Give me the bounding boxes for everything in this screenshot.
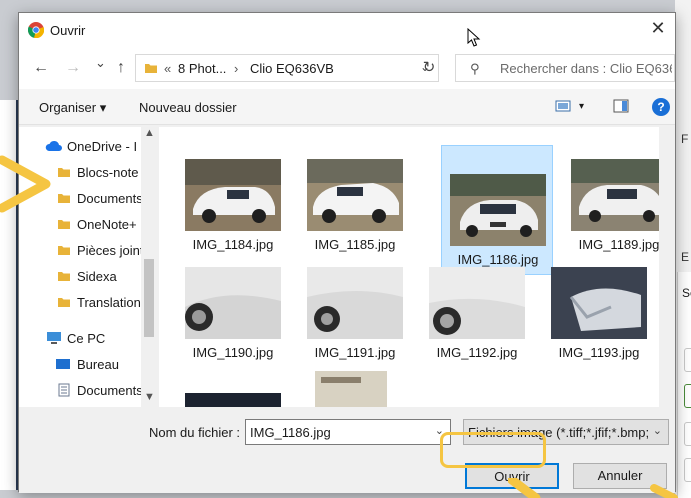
file-item[interactable]: IMG_1192.jpg (421, 239, 533, 369)
sidebar-item-label: Pièces joint (77, 243, 144, 258)
image-thumbnail (450, 174, 546, 246)
dialog-title: Ouvrir (50, 23, 86, 38)
sidebar-item-label: Blocs-note (77, 165, 139, 180)
file-item[interactable]: IMG_1190.jpg (177, 239, 289, 369)
filename-input[interactable]: IMG_1186.jpg ⌄ (245, 419, 451, 445)
annotation-arrow-icon (508, 478, 541, 498)
breadcrumb-parent[interactable]: 8 Phot... (178, 61, 226, 76)
file-name: IMG_1190.jpg (192, 345, 274, 360)
history-dropdown-icon[interactable]: ⌄ (95, 55, 106, 71)
search-box[interactable]: ⚲ Rechercher dans : Clio EQ636... (455, 54, 675, 82)
folder-icon (145, 64, 157, 73)
background-input-box (684, 348, 691, 372)
annotation-arrow-icon (650, 484, 678, 498)
file-item[interactable]: IMG_1191.jpg (299, 239, 411, 369)
sidebar-item-label: OneDrive - I (67, 139, 138, 154)
sidebar-item-pieces-jointes[interactable]: Pièces joint (19, 239, 157, 263)
preview-pane-icon[interactable] (613, 98, 629, 114)
breadcrumb-current[interactable]: Clio EQ636VB (250, 61, 334, 76)
title-bar: Ouvrir ✕ (19, 13, 675, 47)
sidebar-item-label: OneNote+ (77, 217, 137, 232)
breadcrumb-overflow[interactable]: « (164, 61, 171, 76)
sidebar-item-sidexa[interactable]: Sidexa (19, 265, 157, 289)
image-thumbnail-partial (185, 393, 281, 407)
breadcrumb-separator[interactable]: › (234, 61, 238, 76)
sidebar-item-onenote[interactable]: OneNote+ (19, 213, 157, 237)
navigation-bar: ← → ⌄ ↑ « 8 Phot... › Clio EQ636VB ⌄ ↻ ⚲… (19, 47, 675, 89)
address-bar[interactable]: « 8 Phot... › Clio EQ636VB ⌄ (135, 54, 439, 82)
filename-label: Nom du fichier : (149, 425, 241, 440)
sidebar-item-label: Documents (77, 383, 143, 398)
sidebar-item-bureau[interactable]: Bureau (19, 353, 157, 377)
chrome-icon (28, 22, 44, 38)
file-list-scrollbar[interactable] (659, 127, 675, 407)
image-thumbnail (551, 267, 647, 339)
image-thumbnail (307, 267, 403, 339)
image-thumbnail-partial (315, 371, 387, 407)
annotation-arrow-icon (0, 155, 51, 213)
chevron-down-icon[interactable]: ⌄ (653, 424, 662, 437)
search-icon: ⚲ (470, 61, 480, 76)
view-dropdown-icon[interactable]: ▾ (579, 101, 584, 112)
folder-icon (58, 298, 70, 307)
file-item[interactable]: IMG_1193.jpg (543, 239, 655, 369)
image-thumbnail (429, 267, 525, 339)
back-arrow-icon[interactable]: ← (33, 59, 49, 77)
folder-icon (58, 246, 70, 255)
sidebar-item-label: Ce PC (67, 331, 106, 346)
dialog-footer: Nom du fichier : IMG_1186.jpg ⌄ Fichiers… (19, 407, 675, 493)
scroll-down-icon[interactable]: ▼ (144, 391, 155, 403)
file-list: IMG_1184.jpg IMG_1185.jpg IMG_1186.jpg I… (159, 127, 659, 407)
folder-icon (58, 220, 70, 229)
view-options-icon[interactable] (555, 98, 571, 114)
background-input-box (684, 422, 691, 446)
mouse-cursor-icon (467, 28, 481, 47)
forward-arrow-icon[interactable]: → (65, 59, 81, 77)
image-thumbnail (307, 159, 403, 231)
sidebar-item-label: Documents (77, 191, 143, 206)
computer-icon (47, 332, 61, 344)
sidebar-item-ce-pc[interactable]: Ce PC (19, 327, 157, 351)
image-thumbnail (185, 267, 281, 339)
cloud-icon (45, 140, 62, 151)
background-text-fragment: E (681, 250, 690, 264)
sidebar-item-label: Bureau (77, 357, 119, 372)
sidebar-item-label: Translation (77, 295, 141, 310)
file-name: IMG_1193.jpg (558, 345, 640, 360)
scrollbar-thumb[interactable] (144, 259, 154, 337)
sidebar-item-documents-pc[interactable]: Documents (19, 379, 157, 403)
sidebar-item-translation[interactable]: Translation (19, 291, 157, 315)
folder-icon (58, 168, 70, 177)
background-side-panel: Se (677, 272, 691, 498)
filename-value: IMG_1186.jpg (250, 425, 331, 440)
image-thumbnail (185, 159, 281, 231)
highlight-open-button (440, 432, 546, 468)
scroll-up-icon[interactable]: ▲ (144, 127, 155, 139)
desktop-icon (56, 359, 70, 369)
background-text-fragment: Se (682, 286, 691, 300)
refresh-button[interactable]: ↻ (417, 55, 441, 81)
close-button[interactable]: ✕ (643, 15, 673, 43)
new-folder-button[interactable]: Nouveau dossier (139, 100, 237, 115)
background-input-box (684, 458, 691, 482)
folder-icon (58, 194, 70, 203)
open-file-dialog: Ouvrir ✕ ← → ⌄ ↑ « 8 Phot... › Clio EQ63… (18, 12, 676, 493)
file-name: IMG_1191.jpg (314, 345, 396, 360)
command-toolbar: Organiser ▾ Nouveau dossier ▾ ? (19, 89, 675, 125)
background-input-box (684, 384, 691, 408)
search-placeholder: Rechercher dans : Clio EQ636... (500, 61, 672, 76)
document-icon (58, 383, 70, 397)
navigation-pane-scrollbar[interactable]: ▲ ▼ (141, 127, 157, 407)
folder-icon (58, 272, 70, 281)
up-arrow-icon[interactable]: ↑ (117, 59, 125, 77)
sidebar-item-label: Sidexa (77, 269, 117, 284)
file-name: IMG_1192.jpg (436, 345, 518, 360)
help-icon[interactable]: ? (652, 98, 670, 116)
organize-button[interactable]: Organiser ▾ (39, 100, 106, 116)
image-thumbnail (571, 159, 659, 231)
background-text-fragment: F (681, 132, 689, 146)
